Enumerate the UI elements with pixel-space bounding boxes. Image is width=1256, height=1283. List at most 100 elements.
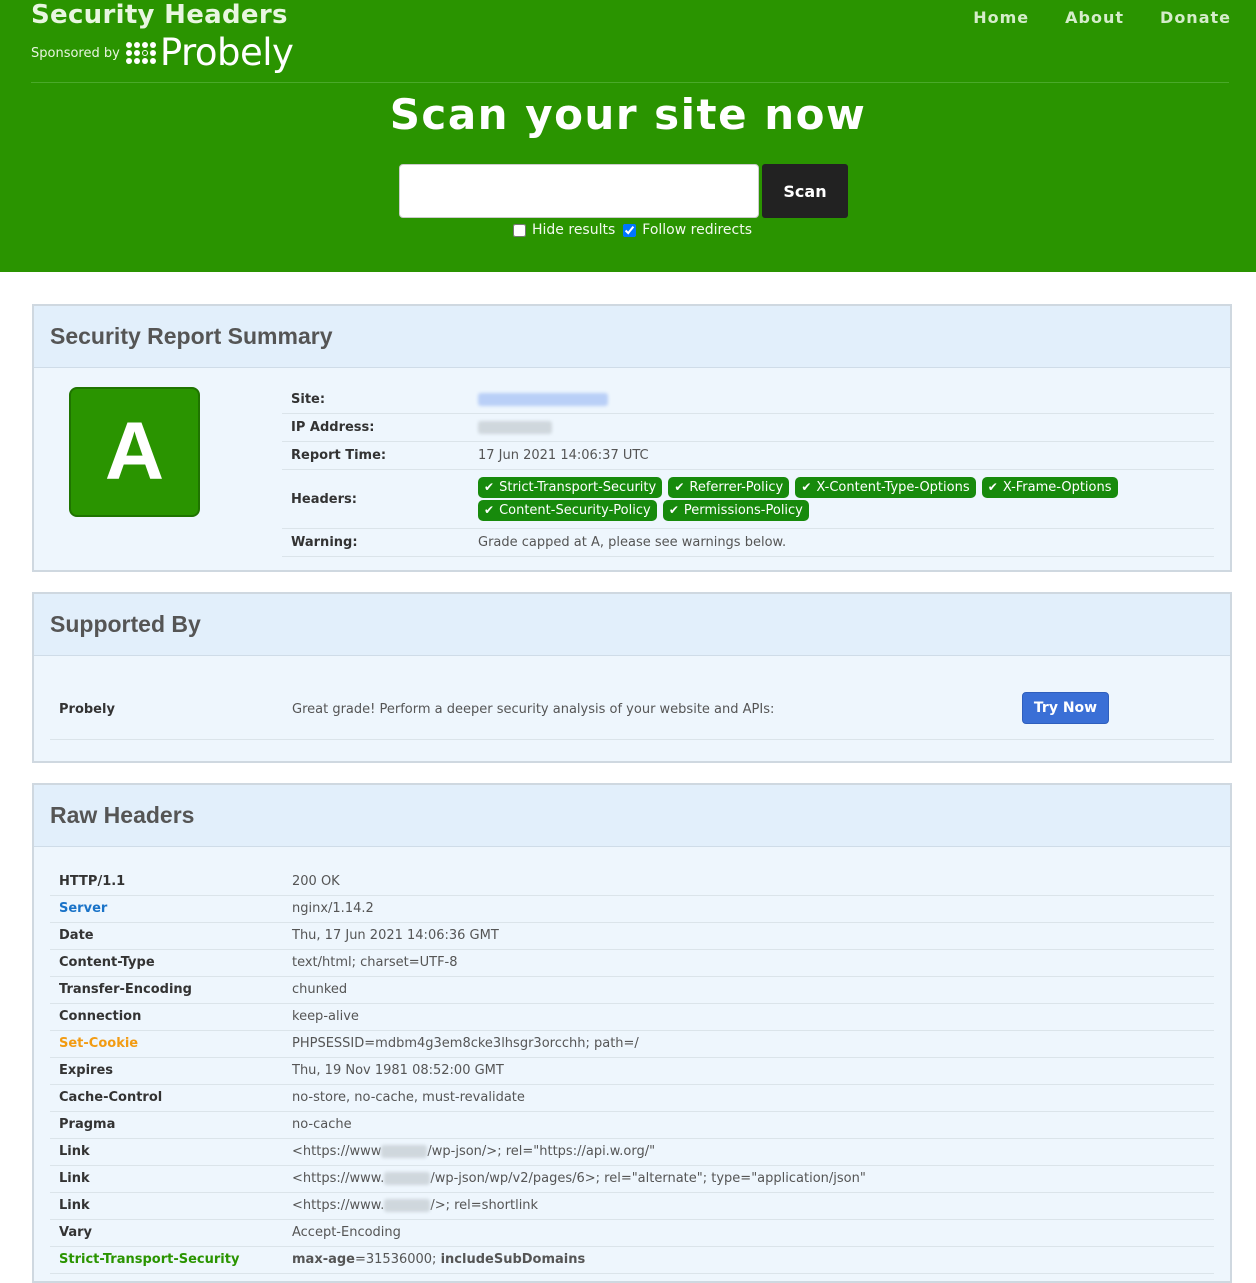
summary-heading: Security Report Summary [50, 323, 333, 349]
table-row: Link <https://www./wp-json/wp/v2/pages/6… [50, 1165, 1214, 1193]
brand-title[interactable]: Security Headers [31, 0, 288, 30]
sponsor-row: Probely Great grade! Perform a deeper se… [50, 680, 1214, 740]
follow-redirects-checkbox[interactable] [623, 223, 637, 237]
hide-results-checkbox[interactable] [513, 223, 526, 237]
follow-redirects-label: Follow redirects [642, 222, 753, 238]
sponsor-text: Great grade! Perform a deeper security a… [292, 702, 775, 717]
check-icon: ✔ [484, 503, 495, 517]
redacted-domain [381, 1145, 428, 1158]
raw-heading: Raw Headers [50, 802, 195, 828]
sponsored-by: Sponsored by Probely [31, 31, 294, 74]
site-label: Site: [282, 386, 469, 414]
check-icon: ✔ [987, 480, 998, 494]
table-row: Connection keep-alive [50, 1003, 1214, 1031]
table-row: Expires Thu, 19 Nov 1981 08:52:00 GMT [50, 1057, 1214, 1085]
report-table: Site: IP Address: Report Time: 17 Jun 20… [282, 386, 1214, 557]
raw-headers-panel: Raw Headers HTTP/1.1 200 OK Server nginx/1… [32, 783, 1232, 1283]
header-badge: ✔ Strict-Transport-Security [478, 477, 663, 498]
check-icon: ✔ [801, 480, 812, 494]
warning-value: Grade capped at A, please see warnings b… [469, 528, 1214, 557]
check-icon: ✔ [484, 480, 495, 494]
ip-value [469, 413, 1214, 442]
header-key: Cache-Control [50, 1084, 283, 1112]
header-value: nginx/1.14.2 [283, 895, 1214, 923]
header-badge: ✔ X-Content-Type-Options [795, 477, 976, 498]
nav-about[interactable]: About [1065, 8, 1124, 27]
check-icon: ✔ [674, 480, 685, 494]
headers-label: Headers: [282, 469, 469, 529]
try-now-button[interactable]: Try Now [1022, 692, 1109, 724]
header-key[interactable]: Server [50, 895, 283, 923]
hide-results-option[interactable]: Hide results [513, 222, 615, 238]
table-row: HTTP/1.1 200 OK [50, 868, 1214, 896]
top-nav: Home About Donate [973, 8, 1231, 27]
header-badge: ✔ Referrer-Policy [668, 477, 790, 498]
header-value: max-age=31536000; includeSubDomains [283, 1246, 1214, 1274]
nav-donate[interactable]: Donate [1160, 8, 1231, 27]
table-row: Content-Type text/html; charset=UTF-8 [50, 949, 1214, 977]
header-value: chunked [283, 976, 1214, 1004]
panel-heading: Security Report Summary [34, 306, 1230, 368]
table-row: Date Thu, 17 Jun 2021 14:06:36 GMT [50, 922, 1214, 950]
table-row: Strict-Transport-Security max-age=315360… [50, 1246, 1214, 1274]
header-key: Transfer-Encoding [50, 976, 283, 1004]
redacted-ip [478, 421, 552, 434]
header-key: Date [50, 922, 283, 950]
header-value: Thu, 19 Nov 1981 08:52:00 GMT [283, 1057, 1214, 1085]
redacted-site-url [478, 393, 608, 406]
header-value: <https://www./>; rel=shortlink [283, 1192, 1214, 1220]
header-key: Expires [50, 1057, 283, 1085]
report-row-warning: Warning: Grade capped at A, please see w… [282, 528, 1214, 557]
probely-logo-text: Probely [159, 31, 294, 74]
report-time-value: 17 Jun 2021 14:06:37 UTC [469, 441, 1214, 470]
raw-headers-table: HTTP/1.1 200 OK Server nginx/1.14.2 Date Th… [50, 868, 1214, 1274]
site-value[interactable] [469, 386, 1214, 414]
header-value: PHPSESSID=mdbm4g3em8cke3lhsgr3orcchh; pa… [283, 1030, 1214, 1058]
hide-results-label: Hide results [532, 222, 616, 238]
header-key: Content-Type [50, 949, 283, 977]
sponsor-name: Probely [59, 702, 115, 717]
header-value: no-cache [283, 1111, 1214, 1139]
nav-home[interactable]: Home [973, 8, 1029, 27]
report-row-headers: Headers: ✔ Strict-Transport-Security ✔ Ref… [282, 469, 1214, 529]
header-badge: ✔ Content-Security-Policy [478, 500, 657, 521]
probely-logo[interactable]: Probely [125, 31, 294, 74]
header-value: Accept-Encoding [283, 1219, 1214, 1247]
header-badge: ✔ X-Frame-Options [981, 477, 1118, 498]
report-row-site: Site: [282, 386, 1214, 414]
redacted-domain [384, 1199, 431, 1212]
header-value: <https://www/wp-json/>; rel="https://api… [283, 1138, 1214, 1166]
warning-label: Warning: [282, 528, 469, 557]
follow-redirects-option[interactable]: Follow redirects [623, 222, 752, 238]
report-row-ip: IP Address: [282, 413, 1214, 442]
scan-url-input[interactable] [399, 164, 759, 218]
header-value: Thu, 17 Jun 2021 14:06:36 GMT [283, 922, 1214, 950]
header-key: Pragma [50, 1111, 283, 1139]
panel-heading: Supported By [34, 594, 1230, 656]
scan-form: Scan [399, 164, 848, 218]
header-badge: ✔ Permissions-Policy [662, 500, 809, 521]
header-key: Connection [50, 1003, 283, 1031]
table-row: Set-Cookie PHPSESSID=mdbm4g3em8cke3lhsgr3… [50, 1030, 1214, 1058]
panel-heading: Raw Headers [34, 785, 1230, 847]
sponsored-label: Sponsored by [31, 45, 120, 61]
hero-title: Scan your site now [389, 90, 867, 139]
header-value: <https://www./wp-json/wp/v2/pages/6>; re… [283, 1165, 1214, 1193]
supported-heading: Supported By [50, 611, 201, 637]
header-key[interactable]: Strict-Transport-Security [50, 1246, 283, 1274]
header-key[interactable]: Set-Cookie [50, 1030, 283, 1058]
scan-button[interactable]: Scan [762, 164, 848, 218]
check-icon: ✔ [668, 503, 679, 517]
table-row: Transfer-Encoding chunked [50, 976, 1214, 1004]
ip-label: IP Address: [282, 413, 469, 442]
header-key: Link [50, 1138, 283, 1166]
header-divider [31, 82, 1229, 83]
badges-line-2: ✔ Content-Security-Policy ✔ Permissions-Po… [478, 499, 1205, 522]
probely-dots-icon [125, 42, 156, 64]
header-value: keep-alive [283, 1003, 1214, 1031]
supported-by-panel: Supported By Probely Great grade! Perfor… [32, 592, 1232, 763]
header-key: HTTP/1.1 [50, 868, 283, 896]
table-row: Pragma no-cache [50, 1111, 1214, 1139]
table-row: Server nginx/1.14.2 [50, 895, 1214, 923]
security-report-summary-panel: Security Report Summary A Site: IP Addre… [32, 304, 1232, 572]
